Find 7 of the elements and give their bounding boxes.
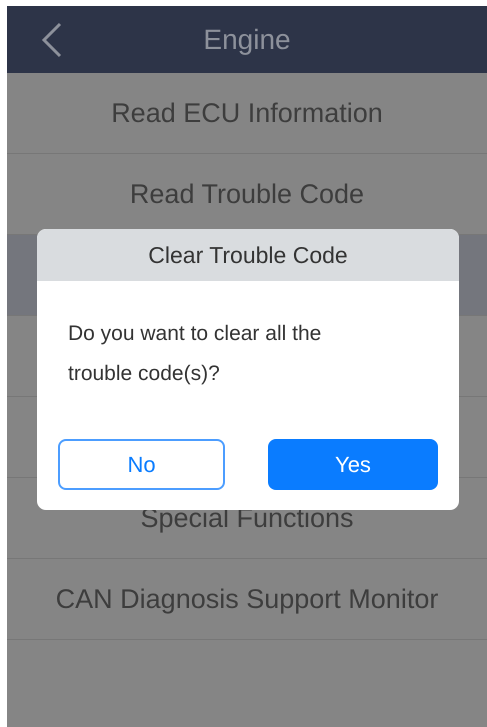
no-button[interactable]: No (58, 439, 225, 490)
dialog-message: Do you want to clear all the trouble code(s)? (67, 321, 322, 387)
header-title: Engine (202, 24, 292, 56)
dialog-title: Clear Trouble Code (37, 229, 459, 281)
back-chevron-icon (41, 22, 63, 58)
yes-button[interactable]: Yes (268, 439, 438, 490)
back-button[interactable] (41, 22, 63, 58)
